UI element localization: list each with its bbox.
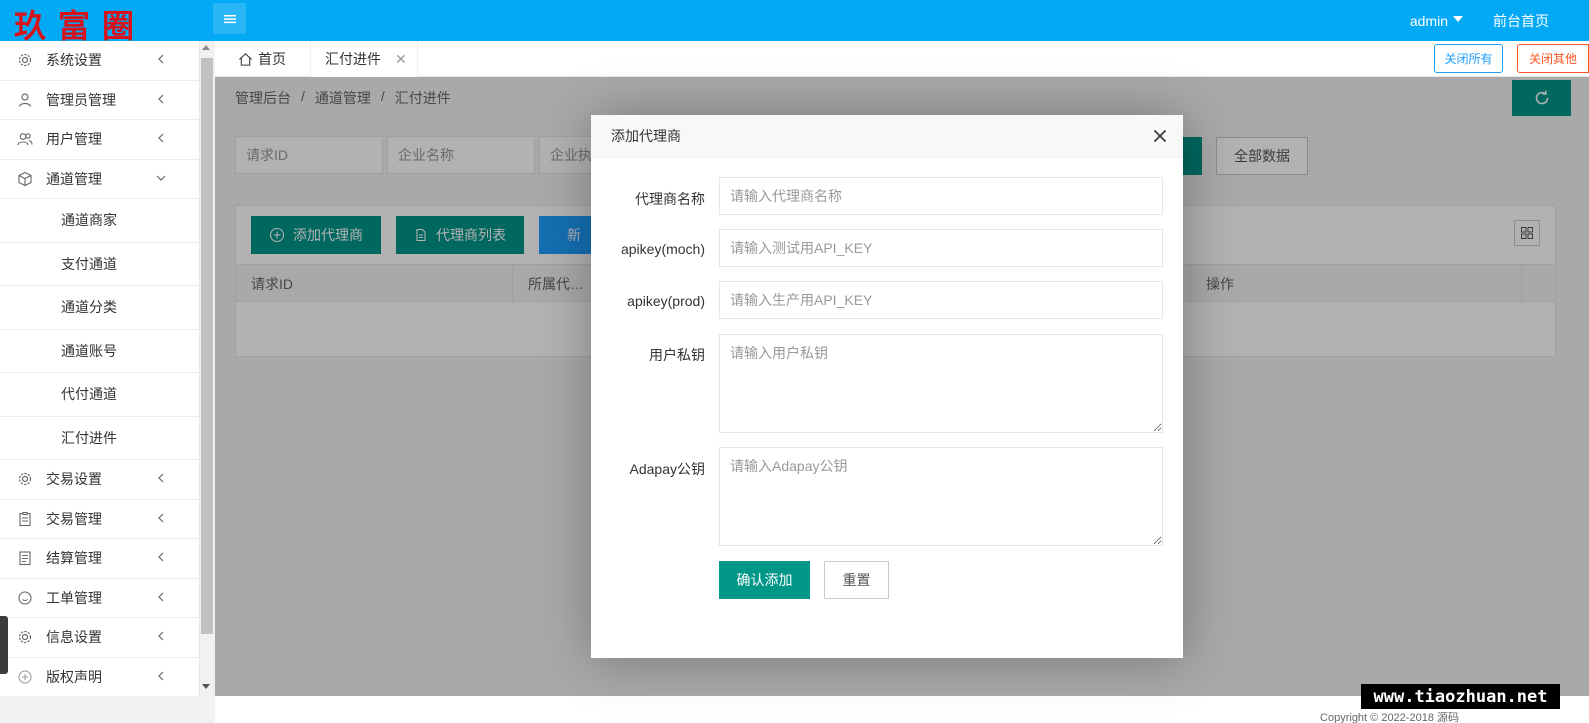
chevron-left-icon xyxy=(158,54,164,64)
sidebar-item-system-settings[interactable]: 系统设置 xyxy=(0,41,199,81)
scroll-up-arrow-icon[interactable] xyxy=(202,45,210,50)
agent-name-label: 代理商名称 xyxy=(635,191,705,207)
site-logo[interactable]: 玖富圈 xyxy=(14,6,146,41)
sidebar-item-settlement-management[interactable]: 结算管理 xyxy=(0,539,199,579)
caret-down-icon xyxy=(1453,15,1463,22)
sidebar-subitem-channel-category[interactable]: 通道分类 xyxy=(0,286,199,330)
scroll-down-arrow-icon[interactable] xyxy=(202,684,210,689)
sidebar-item-info-settings[interactable]: 信息设置 xyxy=(0,618,199,658)
chevron-left-icon xyxy=(158,671,164,680)
clipboard-icon xyxy=(17,511,33,527)
chevron-left-icon xyxy=(158,592,164,601)
sidebar-subitem-payout-channel[interactable]: 代付通道 xyxy=(0,373,199,417)
chevron-left-icon xyxy=(158,513,164,522)
agent-name-input[interactable] xyxy=(719,177,1163,215)
sidebar-item-channel-management[interactable]: 通道管理 xyxy=(0,160,199,199)
sidebar: 系统设置 管理员管理 用户管理 通道管理 通道商家 支付通道 通道分类 通道账号… xyxy=(0,41,200,696)
sidebar-item-label: 交易管理 xyxy=(46,510,102,527)
dialog-title: 添加代理商 xyxy=(611,128,681,144)
sidebar-item-user-management[interactable]: 用户管理 xyxy=(0,120,199,160)
chevron-left-icon xyxy=(158,552,164,562)
sidebar-scrollbar-thumb[interactable] xyxy=(201,58,213,634)
apikey-moch-input[interactable] xyxy=(719,229,1163,267)
sidebar-item-label: 用户管理 xyxy=(46,131,102,148)
sidebar-item-trade-settings[interactable]: 交易设置 xyxy=(0,460,199,500)
add-agent-dialog: 添加代理商 代理商名称 apikey(moch) apikey(prod) 用户… xyxy=(591,115,1183,658)
gear-icon xyxy=(17,52,33,68)
front-home-link[interactable]: 前台首页 xyxy=(1493,11,1549,31)
chevron-down-icon xyxy=(156,175,166,181)
home-icon xyxy=(239,52,252,66)
admin-username: admin xyxy=(1409,12,1448,29)
sidebar-item-label: 交易设置 xyxy=(46,471,102,488)
sidebar-item-label: 管理员管理 xyxy=(46,91,116,108)
sidebar-item-label: 信息设置 xyxy=(46,629,102,646)
close-all-tabs-button[interactable]: 关闭所有 xyxy=(1434,44,1503,73)
smile-icon xyxy=(17,590,33,606)
gear-icon xyxy=(17,471,33,487)
plus-circle-icon xyxy=(17,669,33,685)
menu-toggle-button[interactable] xyxy=(213,3,246,34)
apikey-prod-input[interactable] xyxy=(719,281,1163,319)
apikey-prod-label: apikey(prod) xyxy=(627,293,705,309)
close-other-tabs-button[interactable]: 关闭其他 xyxy=(1517,44,1589,73)
sidebar-item-ticket-management[interactable]: 工单管理 xyxy=(0,579,199,618)
adapay-public-key-label: Adapay公钥 xyxy=(629,461,705,477)
user-private-key-textarea[interactable] xyxy=(719,334,1163,433)
close-icon[interactable]: ✕ xyxy=(395,51,407,68)
sidebar-item-label: 版权声明 xyxy=(46,668,102,685)
close-icon[interactable] xyxy=(1153,129,1167,143)
sidebar-item-label: 工单管理 xyxy=(46,589,102,606)
confirm-add-button[interactable]: 确认添加 xyxy=(719,561,810,599)
chevron-left-icon xyxy=(158,133,164,143)
hamburger-icon xyxy=(223,14,236,23)
user-private-key-label: 用户私钥 xyxy=(649,347,705,363)
footer-copyright: Copyright © 2022-2018 源码 xyxy=(1320,712,1459,723)
reset-button[interactable]: 重置 xyxy=(824,561,889,599)
user-icon xyxy=(17,92,33,108)
chevron-left-icon xyxy=(158,631,164,641)
sidebar-item-label: 通道管理 xyxy=(46,170,102,187)
sidebar-subitem-channel-merchant[interactable]: 通道商家 xyxy=(0,199,199,243)
tab-huifu-onboarding[interactable]: 汇付进件 ✕ xyxy=(310,41,418,77)
admin-user-menu[interactable]: admin xyxy=(1410,13,1463,29)
document-icon xyxy=(17,550,33,566)
sidebar-subitem-channel-account[interactable]: 通道账号 xyxy=(0,329,199,373)
gear-icon xyxy=(17,629,33,645)
watermark-banner: www.tiaozhuan.net xyxy=(1361,684,1560,709)
chevron-left-icon xyxy=(158,473,164,483)
page-tabs-bar: 首页 汇付进件 ✕ 关闭所有 关闭其他 xyxy=(215,41,1589,77)
dialog-header: 添加代理商 xyxy=(591,115,1183,158)
tab-home-label: 首页 xyxy=(258,51,286,67)
sidebar-item-label: 结算管理 xyxy=(46,550,102,567)
apikey-moch-label: apikey(moch) xyxy=(620,241,705,257)
sidebar-subitem-payment-channel[interactable]: 支付通道 xyxy=(0,242,199,286)
side-floating-tab[interactable] xyxy=(0,616,8,674)
sidebar-item-trade-management[interactable]: 交易管理 xyxy=(0,500,199,539)
sidebar-item-admin-management[interactable]: 管理员管理 xyxy=(0,81,199,120)
sidebar-item-label: 系统设置 xyxy=(46,52,102,69)
users-icon xyxy=(17,131,33,147)
chevron-left-icon xyxy=(158,94,164,103)
top-header: 玖富圈 admin 前台首页 xyxy=(0,0,1589,41)
sidebar-item-copyright[interactable]: 版权声明 xyxy=(0,658,199,697)
cube-icon xyxy=(17,171,33,187)
tab-active-label: 汇付进件 xyxy=(325,51,381,67)
tab-home[interactable]: 首页 xyxy=(225,41,315,77)
adapay-public-key-textarea[interactable] xyxy=(719,447,1163,546)
sidebar-subitem-huifu-onboarding[interactable]: 汇付进件 xyxy=(0,416,199,460)
